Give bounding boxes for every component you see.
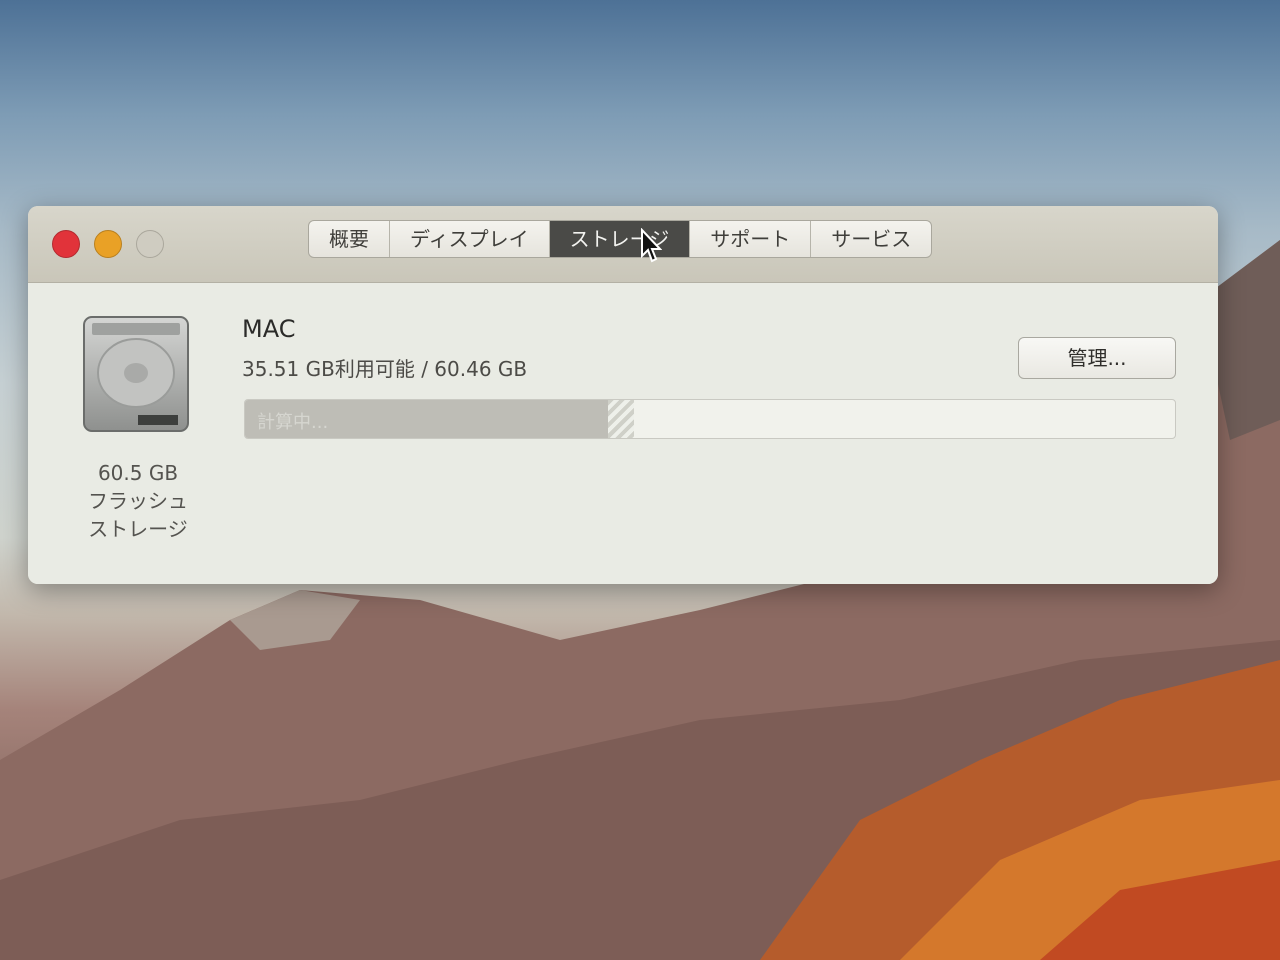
tab-overview[interactable]: 概要: [309, 221, 390, 257]
volume-name: MAC: [242, 315, 296, 343]
disk-caption: 60.5 GB フラッシュ ストレージ: [58, 459, 218, 543]
zoom-icon[interactable]: [136, 230, 164, 258]
usage-bar-calculating: [607, 400, 634, 438]
hard-drive-icon: [83, 316, 189, 432]
usage-bar-label: 計算中...: [257, 412, 329, 433]
tab-service[interactable]: サービス: [811, 221, 931, 257]
tab-bar: 概要 ディスプレイ ストレージ サポート サービス: [308, 220, 933, 258]
manage-button[interactable]: 管理...: [1018, 337, 1176, 379]
about-this-mac-window: 概要 ディスプレイ ストレージ サポート サービス 60.5 GB フラッシュ …: [28, 206, 1218, 584]
disk-type-line1: フラッシュ: [88, 489, 188, 513]
minimize-icon[interactable]: [94, 230, 122, 258]
tab-display[interactable]: ディスプレイ: [390, 221, 550, 257]
disk-capacity: 60.5 GB: [97, 461, 179, 485]
storage-usage-bar: 計算中...: [244, 399, 1176, 439]
titlebar: 概要 ディスプレイ ストレージ サポート サービス: [28, 206, 1218, 283]
volume-space: 35.51 GB利用可能 / 60.46 GB: [242, 357, 528, 381]
storage-pane: 60.5 GB フラッシュ ストレージ MAC 35.51 GB利用可能 / 6…: [28, 283, 1218, 584]
pointer-cursor-icon: [641, 228, 662, 263]
tab-support[interactable]: サポート: [690, 221, 812, 257]
close-icon[interactable]: [52, 230, 80, 258]
disk-type-line2: ストレージ: [88, 517, 188, 541]
tab-storage[interactable]: ストレージ: [549, 221, 691, 257]
